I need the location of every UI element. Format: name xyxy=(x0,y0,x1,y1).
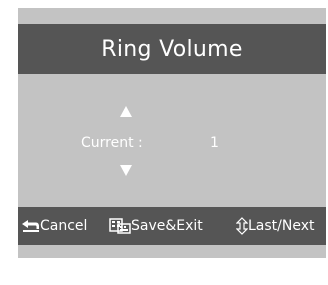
up-arrow-icon[interactable] xyxy=(120,106,132,117)
volume-setting-panel[interactable]: Current : 1 xyxy=(18,74,326,207)
up-down-icon xyxy=(236,217,248,235)
last-next-label: Last/Next xyxy=(248,218,315,234)
current-value: 1 xyxy=(210,135,219,151)
softkey-bar: Cancel Save&Exit Last/Next xyxy=(18,207,326,245)
keyboard-icon xyxy=(109,218,131,234)
page-title: Ring Volume xyxy=(101,36,243,62)
bottom-strip xyxy=(18,245,326,258)
cancel-button[interactable]: Cancel xyxy=(20,207,87,245)
last-next-button[interactable]: Last/Next xyxy=(236,207,315,245)
cancel-label: Cancel xyxy=(40,218,88,234)
save-exit-label: Save&Exit xyxy=(131,218,203,234)
top-strip xyxy=(18,8,326,24)
title-bar: Ring Volume xyxy=(18,24,326,74)
down-arrow-icon[interactable] xyxy=(120,165,132,176)
current-label: Current : xyxy=(81,135,143,151)
back-arrow-icon xyxy=(22,220,39,232)
save-exit-button[interactable]: Save&Exit xyxy=(109,207,203,245)
ring-volume-screen: Ring Volume Current : 1 Cancel Save&Exit… xyxy=(18,8,326,258)
